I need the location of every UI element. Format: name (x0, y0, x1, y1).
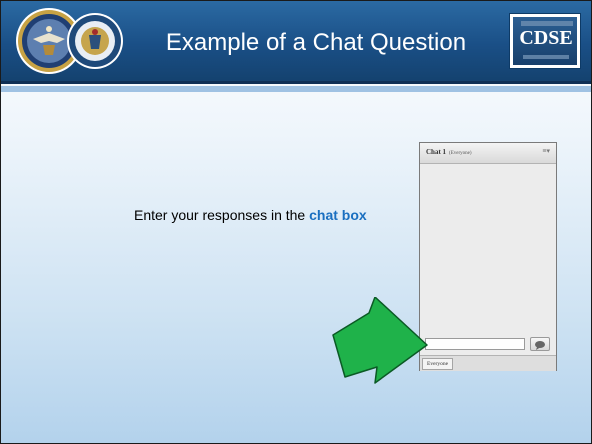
instruction-lead: Enter your responses in the (134, 207, 310, 223)
chat-panel: Chat 1 (Everyone) ≡▾ Everyone (419, 142, 557, 371)
chat-title-wrap: Chat 1 (Everyone) (426, 148, 472, 156)
chat-title: Chat 1 (426, 148, 447, 156)
cdse-logo: CDSE (509, 13, 581, 69)
speech-bubble-icon (535, 341, 545, 350)
chat-message-area (423, 165, 551, 335)
seals-logo (16, 8, 123, 74)
chat-footer: Everyone (420, 355, 556, 371)
menu-icon[interactable]: ≡▾ (542, 147, 550, 155)
header-accent-band (1, 86, 591, 92)
agency-seal-icon (67, 13, 123, 69)
header-divider (1, 81, 591, 84)
cdse-logo-text: CDSE (519, 27, 573, 49)
chat-audience: (Everyone) (449, 151, 472, 156)
send-message-button[interactable] (530, 337, 550, 351)
chat-message-input[interactable] (425, 338, 525, 350)
slide: Example of a Chat Question CDSE Enter yo… (0, 0, 592, 444)
page-title: Example of a Chat Question (165, 29, 467, 56)
instruction-highlight: chat box (309, 207, 367, 223)
chat-header: Chat 1 (Everyone) ≡▾ (420, 143, 556, 164)
instruction-text: Enter your responses in the chat box (134, 206, 384, 224)
arrow-right-icon (332, 297, 428, 384)
